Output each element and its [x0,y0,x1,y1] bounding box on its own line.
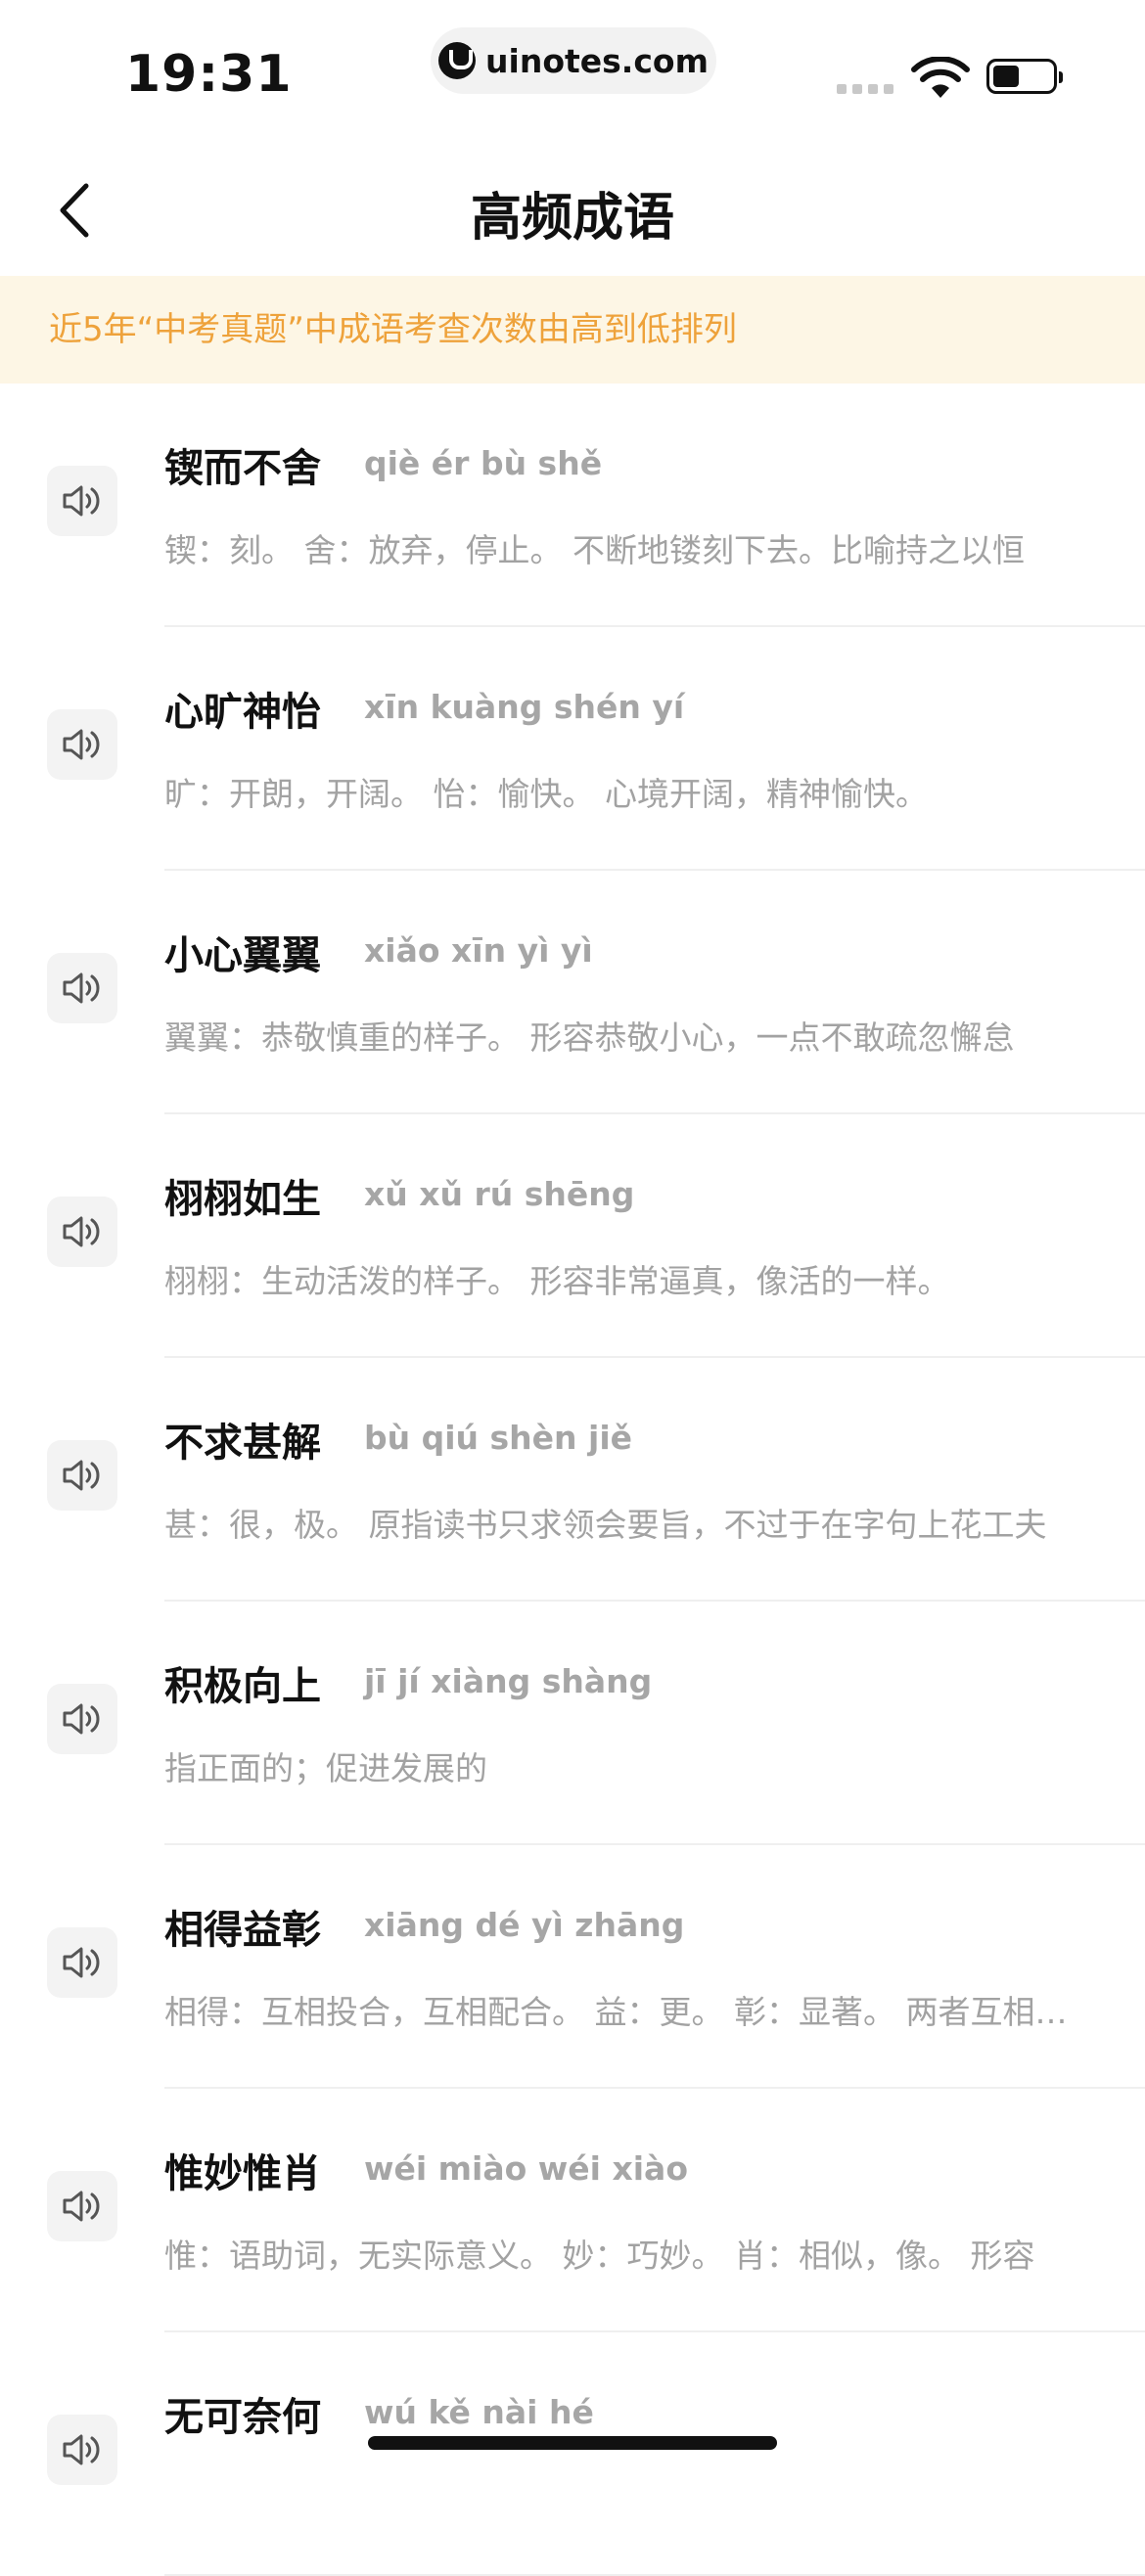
play-audio-button[interactable] [47,1197,117,1267]
speaker-icon [61,2430,104,2469]
status-bar: 19:31 uinotes.com [0,0,1145,127]
idiom-text: 相得益彰 [164,1908,321,1953]
ranking-notice-banner: 近5年“中考真题”中成语考查次数由高到低排列 [0,276,1145,384]
speaker-icon [61,1456,104,1495]
idiom-list-item[interactable]: 无可奈何 wú kě nài hé [0,2332,1145,2576]
url-text: uinotes.com [485,41,709,80]
site-logo-icon [438,42,477,79]
speaker-icon [61,725,104,764]
status-time: 19:31 [125,45,293,104]
play-audio-button[interactable] [47,2171,117,2241]
idiom-definition: 栩栩：生动活泼的样子。 形容非常逼真，像活的一样。 [164,1262,950,1300]
idiom-definition: 甚：很，极。 原指读书只求领会要旨，不过于在字句上花工夫 [164,1506,1047,1544]
idiom-pinyin: xiǎo xīn yì yì [364,931,593,970]
idiom-list-item[interactable]: 锲而不舍 qiè ér bù shě 锲：刻。 舍：放弃，停止。 不断地镂刻下去。比… [0,384,1145,627]
idiom-pinyin: wú kě nài hé [364,2393,594,2431]
play-audio-button[interactable] [47,953,117,1023]
idiom-text: 惟妙惟肖 [164,2151,321,2196]
idiom-list-item[interactable]: 不求甚解 bù qiú shèn jiě 甚：很，极。 原指读书只求领会要旨，不过于… [0,1358,1145,1602]
idiom-list-item[interactable]: 栩栩如生 xǔ xǔ rú shēng 栩栩：生动活泼的样子。 形容非常逼真，像活的… [0,1114,1145,1358]
idiom-text: 无可奈何 [164,2395,321,2440]
idiom-text: 小心翼翼 [164,933,321,978]
play-audio-button[interactable] [47,1927,117,1998]
wifi-icon [911,57,970,98]
idiom-pinyin: xǔ xǔ rú shēng [364,1175,635,1213]
idiom-text: 不求甚解 [164,1421,321,1466]
speaker-icon [61,1212,104,1251]
idiom-text: 心旷神怡 [164,690,321,735]
idiom-text: 积极向上 [164,1664,321,1709]
idiom-pinyin: qiè ér bù shě [364,444,603,482]
speaker-icon [61,2187,104,2226]
play-audio-button[interactable] [47,1440,117,1511]
idiom-pinyin: jī jí xiàng shàng [364,1662,653,1700]
idiom-pinyin: xiāng dé yì zhāng [364,1906,685,1944]
idiom-list: 锲而不舍 qiè ér bù shě 锲：刻。 舍：放弃，停止。 不断地镂刻下去。比… [0,384,1145,2576]
idiom-pinyin: wéi miào wéi xiào [364,2149,688,2188]
home-indicator [368,2436,777,2450]
cellular-signal-icon [837,84,893,94]
idiom-definition: 惟：语助词，无实际意义。 妙：巧妙。 肖：相似，像。 形容 [164,2237,1035,2275]
idiom-definition: 锲：刻。 舍：放弃，停止。 不断地镂刻下去。比喻持之以恒 [164,531,1025,569]
play-audio-button[interactable] [47,2415,117,2485]
idiom-definition: 指正面的；促进发展的 [164,1749,487,1787]
idiom-definition: 旷：开朗，开阔。 怡：愉快。 心境开阔，精神愉快。 [164,775,928,813]
idiom-list-item[interactable]: 积极向上 jī jí xiàng shàng 指正面的；促进发展的 [0,1602,1145,1845]
speaker-icon [61,1699,104,1739]
play-audio-button[interactable] [47,466,117,536]
speaker-icon [61,969,104,1008]
play-audio-button[interactable] [47,1684,117,1754]
url-pill[interactable]: uinotes.com [431,27,716,94]
idiom-text: 锲而不舍 [164,446,321,491]
idiom-text: 栩栩如生 [164,1177,321,1222]
speaker-icon [61,1943,104,1982]
page-title: 高频成语 [470,189,674,248]
idiom-list-item[interactable]: 心旷神怡 xīn kuàng shén yí 旷：开朗，开阔。 怡：愉快。 心境开阔… [0,627,1145,871]
speaker-icon [61,481,104,520]
idiom-list-item[interactable]: 惟妙惟肖 wéi miào wéi xiào 惟：语助词，无实际意义。 妙：巧妙。 … [0,2089,1145,2332]
idiom-definition: 翼翼：恭敬慎重的样子。 形容恭敬小心，一点不敢疏忽懈怠 [164,1018,1015,1057]
idiom-pinyin: bù qiú shèn jiě [364,1419,633,1457]
nav-bar: 高频成语 [0,147,1145,274]
idiom-list-item[interactable]: 相得益彰 xiāng dé yì zhāng 相得：互相投合，互相配合。 益：更。 … [0,1845,1145,2089]
idiom-pinyin: xīn kuàng shén yí [364,688,685,726]
idiom-list-item[interactable]: 小心翼翼 xiǎo xīn yì yì 翼翼：恭敬慎重的样子。 形容恭敬小心，一点不… [0,871,1145,1114]
idiom-definition: 相得：互相投合，互相配合。 益：更。 彰：显著。 两者互相配合 [164,1993,1094,2031]
battery-icon [986,59,1063,94]
play-audio-button[interactable] [47,709,117,780]
